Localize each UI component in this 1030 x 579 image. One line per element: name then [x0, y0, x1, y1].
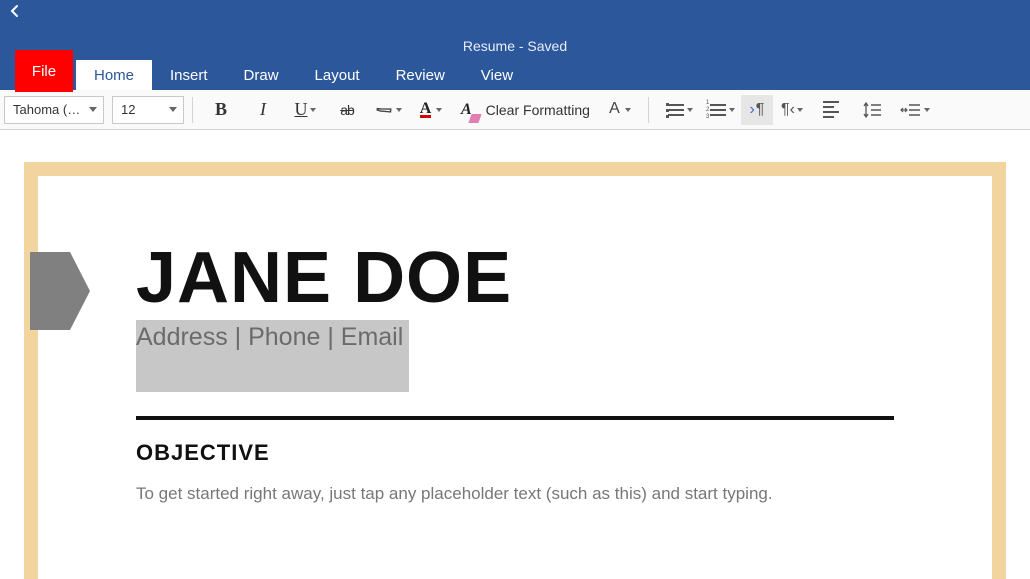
- tab-file[interactable]: File: [15, 50, 73, 92]
- resume-contact-line[interactable]: Address | Phone | Email: [136, 320, 409, 392]
- italic-icon: I: [260, 99, 266, 120]
- line-spacing-button[interactable]: [853, 95, 893, 125]
- font-family-combo[interactable]: Tahoma (…: [4, 96, 104, 124]
- chevron-down-icon: [310, 108, 316, 112]
- paragraph-spacing-icon: [900, 101, 922, 119]
- underline-button[interactable]: U: [285, 95, 325, 125]
- highlighter-icon: [372, 97, 397, 122]
- list-lines-icon: [668, 104, 684, 116]
- chevron-down-icon: [169, 107, 177, 112]
- increase-indent-button[interactable]: ¶‹: [775, 95, 809, 125]
- tab-insert[interactable]: Insert: [152, 60, 226, 90]
- chevron-down-icon: [89, 107, 97, 112]
- italic-button[interactable]: I: [243, 95, 283, 125]
- clear-formatting-button[interactable]: A Clear Formatting: [453, 95, 598, 125]
- numbered-list-button[interactable]: 123: [699, 95, 739, 125]
- font-size-combo[interactable]: 12: [112, 96, 184, 124]
- chevron-down-icon: [436, 108, 442, 112]
- document-title: Resume - Saved: [463, 38, 567, 54]
- fill-color-icon: A: [609, 102, 620, 118]
- align-left-icon: [823, 101, 839, 118]
- section-body-objective[interactable]: To get started right away, just tap any …: [136, 484, 894, 504]
- resume-name-heading[interactable]: JANE DOE: [136, 242, 894, 314]
- bold-button[interactable]: B: [201, 95, 241, 125]
- font-family-value: Tahoma (…: [13, 102, 80, 117]
- chevron-down-icon: [797, 108, 803, 112]
- highlight-button[interactable]: [369, 95, 409, 125]
- tab-label: Draw: [244, 67, 279, 84]
- app-header: Resume - Saved File Home Insert Draw Lay…: [0, 0, 1030, 90]
- document-page[interactable]: JANE DOE Address | Phone | Email OBJECTI…: [24, 162, 1006, 579]
- section-divider: [136, 416, 894, 420]
- line-spacing-icon: [863, 101, 883, 119]
- chevron-down-icon: [924, 108, 930, 112]
- document-canvas: JANE DOE Address | Phone | Email OBJECTI…: [0, 130, 1030, 579]
- tab-layout[interactable]: Layout: [297, 60, 378, 90]
- paragraph-spacing-button[interactable]: [895, 95, 935, 125]
- pilcrow-outdent-icon: ¶‹: [781, 101, 795, 119]
- tab-file-label: File: [32, 63, 56, 80]
- tab-label: Layout: [315, 67, 360, 84]
- tab-label: Review: [396, 67, 445, 84]
- chevron-down-icon: [729, 108, 735, 112]
- section-title-objective[interactable]: OBJECTIVE: [136, 440, 894, 466]
- ribbon-tabs: File Home Insert Draw Layout Review View: [0, 56, 1030, 90]
- back-arrow-icon[interactable]: [8, 4, 22, 23]
- pilcrow-indent-icon: ›¶: [749, 101, 764, 119]
- decorative-arrow-icon: [30, 252, 90, 330]
- tab-home[interactable]: Home: [76, 60, 152, 90]
- tab-view[interactable]: View: [463, 60, 531, 90]
- chevron-down-icon: [625, 108, 631, 112]
- clear-formatting-label: Clear Formatting: [486, 102, 590, 118]
- separator: [648, 97, 649, 123]
- underline-icon: U: [295, 99, 308, 120]
- tab-draw[interactable]: Draw: [226, 60, 297, 90]
- font-color-button[interactable]: A: [411, 95, 451, 125]
- separator: [192, 97, 193, 123]
- font-color-icon: A: [420, 102, 432, 118]
- ribbon-toolbar: Tahoma (… 12 B I U ab A A Clear Formatti…: [0, 90, 1030, 130]
- strikethrough-icon: ab: [340, 102, 354, 118]
- bullet-list-icon: [666, 103, 669, 118]
- tab-label: Insert: [170, 67, 208, 84]
- tab-review[interactable]: Review: [378, 60, 463, 90]
- number-list-icon: 123: [706, 100, 709, 121]
- tab-label: View: [481, 67, 513, 84]
- tab-label: Home: [94, 67, 134, 84]
- align-left-button[interactable]: [811, 95, 851, 125]
- bulleted-list-button[interactable]: [657, 95, 697, 125]
- chevron-down-icon: [687, 108, 693, 112]
- font-size-value: 12: [121, 102, 135, 117]
- fill-color-button[interactable]: A: [600, 95, 640, 125]
- list-lines-icon: [710, 104, 726, 116]
- decrease-indent-button[interactable]: ›¶: [741, 95, 773, 125]
- bold-icon: B: [215, 99, 227, 120]
- clear-formatting-icon: A: [461, 101, 472, 119]
- strikethrough-button[interactable]: ab: [327, 95, 367, 125]
